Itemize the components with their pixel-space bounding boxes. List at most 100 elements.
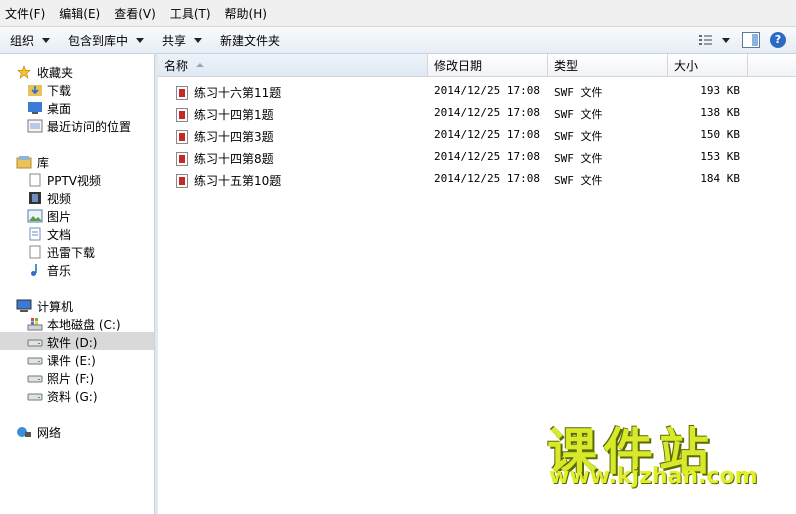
file-row[interactable]: 练习十五第10题 2014/12/25 17:08 SWF 文件 184 KB xyxy=(158,169,796,191)
nav-item-label: 文档 xyxy=(47,227,72,242)
file-size: 138 KB xyxy=(700,106,740,119)
nav-computer[interactable]: 计算机 xyxy=(16,297,73,315)
nav-item-label: PPTV视频 xyxy=(47,173,102,188)
file-row[interactable]: 练习十四第1题 2014/12/25 17:08 SWF 文件 138 KB xyxy=(158,103,796,125)
preview-pane-icon[interactable] xyxy=(742,32,760,48)
nav-item-downloads[interactable]: 下载 xyxy=(27,81,71,99)
help-icon[interactable]: ? xyxy=(770,32,786,48)
file-row[interactable]: 练习十六第11题 2014/12/25 17:08 SWF 文件 193 KB xyxy=(158,81,796,103)
nav-item-videos[interactable]: 视频 xyxy=(27,189,71,207)
nav-item-label: 迅雷下载 xyxy=(47,245,96,260)
chevron-down-icon xyxy=(42,37,51,43)
nav-item-label: 资料 (G:) xyxy=(47,389,98,404)
nav-item-desktop[interactable]: 桌面 xyxy=(27,99,71,117)
view-options-icon[interactable] xyxy=(698,33,714,47)
chevron-down-icon xyxy=(194,37,203,43)
swf-file-icon xyxy=(176,85,188,100)
file-row[interactable]: 练习十四第8题 2014/12/25 17:08 SWF 文件 153 KB xyxy=(158,147,796,169)
nav-item-label: 图片 xyxy=(47,209,72,224)
include-in-library-label: 包含到库中 xyxy=(68,33,129,48)
nav-item-pptv-video[interactable]: PPTV视频 xyxy=(27,171,101,189)
swf-file-icon xyxy=(176,129,188,144)
menu-edit[interactable]: 编辑(E) xyxy=(59,5,100,22)
file-size: 150 KB xyxy=(700,128,740,141)
nav-item-label: 最近访问的位置 xyxy=(47,119,132,134)
column-header-size[interactable]: 大小 xyxy=(668,54,748,76)
nav-item-label: 音乐 xyxy=(47,263,72,278)
file-type: SWF 文件 xyxy=(554,130,603,143)
menu-file[interactable]: 文件(F) xyxy=(5,5,45,22)
file-name: 练习十六第11题 xyxy=(194,86,282,100)
new-folder-label: 新建文件夹 xyxy=(220,33,281,48)
swf-file-icon xyxy=(176,173,188,188)
menu-view[interactable]: 查看(V) xyxy=(114,5,156,22)
view-dropdown-chevron-icon[interactable] xyxy=(722,37,730,43)
file-type: SWF 文件 xyxy=(554,174,603,187)
file-size: 193 KB xyxy=(700,84,740,97)
file-type: SWF 文件 xyxy=(554,86,603,99)
file-row[interactable]: 练习十四第3题 2014/12/25 17:08 SWF 文件 150 KB xyxy=(158,125,796,147)
file-name: 练习十五第10题 xyxy=(194,174,282,188)
share-button[interactable]: 共享 xyxy=(162,32,203,49)
swf-file-icon xyxy=(176,151,188,166)
new-folder-button[interactable]: 新建文件夹 xyxy=(220,32,280,49)
column-header-date-label: 修改日期 xyxy=(434,58,483,73)
watermark: 课件站 www.kjzhan.com xyxy=(545,412,785,492)
menu-tools[interactable]: 工具(T) xyxy=(170,5,211,22)
nav-item-drive-g[interactable]: 资料 (G:) xyxy=(27,387,98,405)
nav-item-drive-e[interactable]: 课件 (E:) xyxy=(27,351,96,369)
sort-ascending-icon xyxy=(196,63,205,67)
nav-item-label: 下载 xyxy=(47,83,72,98)
nav-item-label: 课件 (E:) xyxy=(47,353,96,368)
share-label: 共享 xyxy=(162,33,187,48)
nav-item-recent-places[interactable]: 最近访问的位置 xyxy=(27,117,131,135)
nav-libraries[interactable]: 库 xyxy=(16,153,49,171)
nav-item-label: 照片 (F:) xyxy=(47,371,95,386)
nav-favorites[interactable]: 收藏夹 xyxy=(16,63,73,81)
nav-item-documents[interactable]: 文档 xyxy=(27,225,71,243)
nav-libraries-label: 库 xyxy=(37,155,50,170)
recent-places-icon xyxy=(27,119,43,133)
nav-item-label: 软件 (D:) xyxy=(47,335,98,350)
nav-item-xunlei-downloads[interactable]: 迅雷下载 xyxy=(27,243,95,261)
column-header-type[interactable]: 类型 xyxy=(548,54,668,76)
nav-item-drive-d[interactable]: 软件 (D:) xyxy=(27,333,97,351)
nav-item-pictures[interactable]: 图片 xyxy=(27,207,71,225)
music-note-icon xyxy=(31,264,37,276)
menu-help[interactable]: 帮助(H) xyxy=(225,5,267,22)
column-header-name-label: 名称 xyxy=(164,58,189,73)
drive-icon xyxy=(27,357,43,365)
download-folder-icon xyxy=(28,85,42,96)
file-name: 练习十四第3题 xyxy=(194,130,274,144)
file-size: 153 KB xyxy=(700,150,740,163)
column-header-date[interactable]: 修改日期 xyxy=(428,54,548,76)
picture-icon xyxy=(27,209,43,223)
nav-item-drive-c[interactable]: 本地磁盘 (C:) xyxy=(27,315,121,333)
nav-network-label: 网络 xyxy=(37,425,62,440)
nav-item-drive-f[interactable]: 照片 (F:) xyxy=(27,369,94,387)
file-type: SWF 文件 xyxy=(554,108,603,121)
nav-item-label: 桌面 xyxy=(47,101,72,116)
nav-computer-label: 计算机 xyxy=(37,299,74,314)
drive-icon xyxy=(27,375,43,383)
drive-icon xyxy=(27,393,43,401)
document-icon xyxy=(29,227,41,241)
file-date: 2014/12/25 17:08 xyxy=(434,106,540,119)
column-header-type-label: 类型 xyxy=(554,58,579,73)
include-in-library-button[interactable]: 包含到库中 xyxy=(68,32,145,49)
organize-button[interactable]: 组织 xyxy=(10,32,51,49)
document-icon xyxy=(29,173,41,187)
nav-item-music[interactable]: 音乐 xyxy=(27,261,71,279)
nav-favorites-label: 收藏夹 xyxy=(37,65,74,80)
file-name: 练习十四第8题 xyxy=(194,152,274,166)
watermark-url: www.kjzhan.com xyxy=(549,464,758,489)
column-headers: 名称 修改日期 类型 大小 xyxy=(158,54,796,77)
column-header-name[interactable]: 名称 xyxy=(158,54,428,76)
windows-drive-icon xyxy=(27,318,43,331)
film-icon xyxy=(29,192,41,204)
nav-item-label: 视频 xyxy=(47,191,72,206)
desktop-icon xyxy=(28,102,42,114)
menu-bar: 文件(F) 编辑(E) 查看(V) 工具(T) 帮助(H) xyxy=(0,0,796,27)
file-date: 2014/12/25 17:08 xyxy=(434,128,540,141)
nav-network[interactable]: 网络 xyxy=(16,423,61,441)
